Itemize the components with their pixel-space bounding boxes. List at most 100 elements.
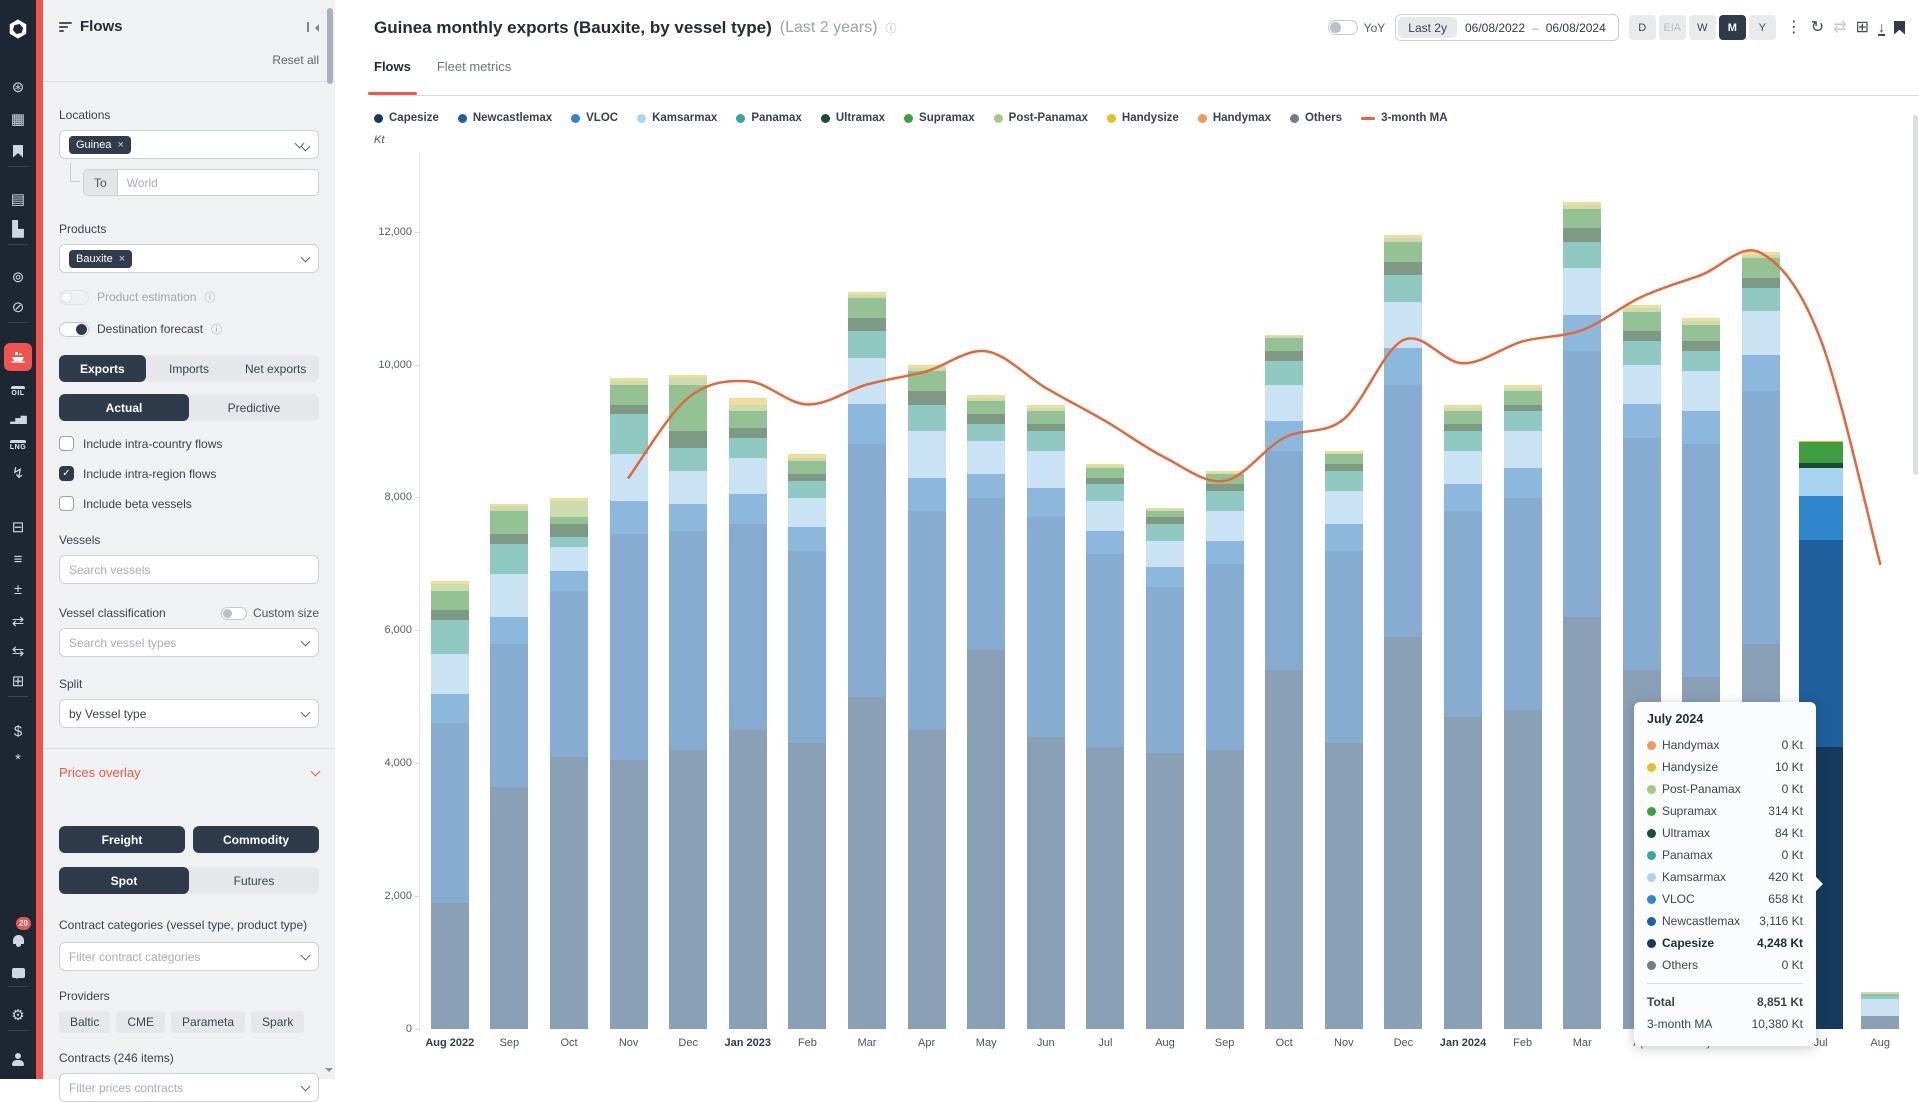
lng-icon[interactable]: LNG <box>0 430 36 460</box>
tools-icon[interactable]: * <box>0 744 36 774</box>
bar-jun[interactable] <box>1026 404 1065 1029</box>
legend-item-ultramax[interactable]: Ultramax <box>820 112 885 124</box>
reset-all-link[interactable]: Reset all <box>272 53 319 67</box>
remove-location-icon[interactable]: × <box>117 139 123 151</box>
product-estimation-toggle[interactable] <box>59 289 89 305</box>
date-range-picker[interactable]: Last 2y 06/08/2022 – 06/08/2024 <box>1395 14 1619 41</box>
legend-item-handymax[interactable]: Handymax <box>1197 112 1271 124</box>
kpler-logo[interactable] <box>0 14 36 44</box>
kebab-menu-icon[interactable]: ⋮ <box>1786 19 1802 36</box>
legend-item-others[interactable]: Others <box>1289 112 1342 124</box>
bar-feb[interactable] <box>1503 384 1542 1029</box>
bar-mar[interactable] <box>848 291 886 1029</box>
search-vessels-icon[interactable]: ⊚ <box>0 262 36 292</box>
swap-icon[interactable]: ⇄ <box>0 606 36 636</box>
provider-parameta[interactable]: Parameta <box>171 1011 246 1033</box>
granularity-eia[interactable]: EIA <box>1658 15 1686 40</box>
market-tab-futures[interactable]: Futures <box>189 867 319 894</box>
bar-jul[interactable] <box>1086 464 1125 1029</box>
date-from[interactable]: 06/08/2022 <box>1465 21 1525 35</box>
granularity-y[interactable]: Y <box>1748 15 1776 40</box>
checkbox[interactable] <box>59 496 74 511</box>
bar-aug[interactable] <box>1146 507 1184 1029</box>
bar-apr[interactable] <box>907 364 946 1029</box>
split-select[interactable]: by Vessel type <box>59 699 319 728</box>
sidebar-scrollbar[interactable] <box>327 8 333 84</box>
collapse-sidebar-icon[interactable] <box>307 21 319 33</box>
bar-dec[interactable] <box>1384 235 1423 1029</box>
legend-item-supramax[interactable]: Supramax <box>904 112 975 124</box>
provider-baltic[interactable]: Baltic <box>59 1011 111 1033</box>
bar-oct[interactable] <box>1265 334 1304 1029</box>
legend-item-newcastlemax[interactable]: Newcastlemax <box>457 112 552 124</box>
bar-aug-2022[interactable] <box>430 580 469 1029</box>
fleet-icon[interactable]: ⊞ <box>0 666 36 696</box>
freight-button[interactable]: Freight <box>59 826 185 853</box>
checkbox[interactable]: ✓ <box>59 466 74 481</box>
yoy-toggle[interactable] <box>1327 20 1358 35</box>
contract-categories-select[interactable]: Filter contract categories <box>59 942 319 971</box>
notifications-icon[interactable]: 20 <box>0 917 36 954</box>
remove-product-icon[interactable]: × <box>119 253 125 265</box>
info-icon[interactable]: ⓘ <box>886 20 897 36</box>
add-to-dashboard-icon[interactable]: ⊞ <box>1856 19 1869 36</box>
helm-icon[interactable]: ⊛ <box>0 72 36 102</box>
bar-nov[interactable] <box>1324 451 1363 1029</box>
team-settings-icon[interactable]: ⚙ <box>0 1000 36 1030</box>
direction-tab-exports[interactable]: Exports <box>59 355 146 382</box>
direction-tab-imports[interactable]: Imports <box>146 355 233 382</box>
granularity-w[interactable]: W <box>1688 15 1716 40</box>
provider-spark[interactable]: Spark <box>251 1011 305 1033</box>
prices-overlay-section[interactable]: Prices overlay <box>59 765 321 780</box>
bar-aug[interactable] <box>1861 992 1900 1029</box>
provider-cme[interactable]: CME <box>116 1011 166 1033</box>
granularity-m[interactable]: M <box>1718 15 1746 40</box>
market-tab-spot[interactable]: Spot <box>59 867 189 894</box>
destination-input[interactable]: World <box>116 169 319 196</box>
legend-item-kamsarmax[interactable]: Kamsarmax <box>637 112 717 124</box>
mode-tab-actual[interactable]: Actual <box>59 394 189 421</box>
direction-tab-net-exports[interactable]: Net exports <box>232 355 319 382</box>
tab-fleet-metrics[interactable]: Fleet metrics <box>437 59 511 86</box>
custom-size-toggle[interactable] <box>220 606 247 620</box>
bar-jan-2024[interactable] <box>1444 404 1482 1029</box>
locations-select[interactable]: Guinea × <box>59 130 319 159</box>
analytics-icon[interactable]: ▙ <box>0 214 36 244</box>
transfer-icon[interactable]: ⇆ <box>0 636 36 666</box>
download-icon[interactable]: ↓ <box>1878 20 1885 36</box>
emissions-icon[interactable]: ⊘ <box>0 292 36 322</box>
range-preset-button[interactable]: Last 2y <box>1398 17 1457 38</box>
refresh-icon[interactable]: ↻ <box>1811 19 1824 36</box>
prices-icon[interactable]: $ <box>0 716 36 746</box>
legend-item-capesize[interactable]: Capesize <box>374 112 439 124</box>
bar-oct[interactable] <box>550 497 588 1029</box>
bar-dec[interactable] <box>669 374 708 1029</box>
bar-jan-2023[interactable] <box>728 397 767 1029</box>
chat-icon[interactable] <box>0 958 36 988</box>
bar-may[interactable] <box>967 394 1006 1029</box>
bar-nov[interactable] <box>609 377 648 1029</box>
scroll-down-arrow[interactable] <box>325 1068 333 1076</box>
bar-feb[interactable] <box>788 454 827 1029</box>
bookmark-icon[interactable] <box>1894 20 1905 35</box>
news-icon[interactable]: ▤ <box>0 184 36 214</box>
tab-flows[interactable]: Flows <box>368 59 417 95</box>
contracts-select[interactable]: Filter prices contracts <box>59 1073 319 1102</box>
legend-item-panamax[interactable]: Panamax <box>736 112 802 124</box>
power-icon[interactable]: ↯ <box>0 458 36 488</box>
legend-item-handysize[interactable]: Handysize <box>1106 112 1179 124</box>
bookmark-icon[interactable] <box>0 136 36 166</box>
bar-sep[interactable] <box>490 504 529 1029</box>
flows-icon[interactable] <box>0 342 36 372</box>
list-icon[interactable]: ≡ <box>0 544 36 574</box>
commodity-button[interactable]: Commodity <box>193 826 319 853</box>
vessel-type-select[interactable]: Search vessel types <box>59 628 319 657</box>
destination-forecast-toggle[interactable] <box>59 321 89 337</box>
bar-mar[interactable] <box>1563 201 1602 1029</box>
page-scrollbar[interactable] <box>1913 115 1918 475</box>
vessels-search-input[interactable]: Search vessels <box>59 555 319 584</box>
date-to[interactable]: 06/08/2024 <box>1546 21 1606 35</box>
checkbox[interactable] <box>59 436 74 451</box>
account-icon[interactable] <box>0 1044 36 1074</box>
granularity-d[interactable]: D <box>1628 15 1656 40</box>
